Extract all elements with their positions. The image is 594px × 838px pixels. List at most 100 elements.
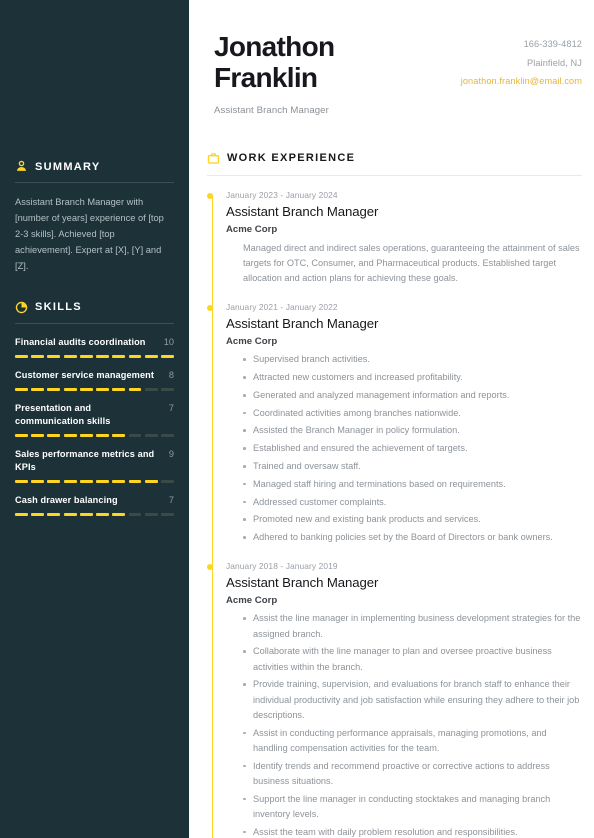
skill-bar-segment <box>63 388 77 392</box>
work-experience-section: WORK EXPERIENCE January 2023 - January 2… <box>207 152 582 838</box>
skill-item: Sales performance metrics and KPIs 9 <box>15 448 174 484</box>
jobs-list: January 2023 - January 2024 Assistant Bra… <box>207 190 582 838</box>
skill-bar-segment <box>47 354 61 358</box>
experience-bullet: Generated and analyzed management inform… <box>242 388 582 403</box>
skill-bar-segment <box>31 513 45 517</box>
name-block: Jonathon Franklin Assistant Branch Manag… <box>207 26 335 116</box>
experience-timeline: January 2023 - January 2024 Assistant Bra… <box>207 190 582 838</box>
skill-bar-segment <box>128 388 142 392</box>
skill-item: Cash drawer balancing 7 <box>15 494 174 517</box>
skill-bar-segment <box>31 388 45 392</box>
experience-bullet: Promoted new and existing bank products … <box>242 512 582 527</box>
email-link[interactable]: jonathon.franklin@email.com <box>461 76 582 86</box>
skill-bar-segment <box>128 354 142 358</box>
timeline-line <box>211 194 213 838</box>
experience-job-title: Assistant Branch Manager <box>226 575 379 591</box>
skill-bar-segment <box>112 354 126 358</box>
resume-page: SUMMARY Assistant Branch Manager with [n… <box>0 0 594 838</box>
skill-bar-segment <box>15 513 28 517</box>
experience-company: Acme Corp <box>226 336 278 348</box>
skill-bar-segment <box>15 434 28 438</box>
summary-title: SUMMARY <box>35 160 101 173</box>
experience-bullet-list: Supervised branch activities. Attracted n… <box>226 352 582 545</box>
skill-row: Sales performance metrics and KPIs 9 <box>15 448 174 474</box>
experience-company: Acme Corp <box>226 223 278 235</box>
experience-bullet: Assist in conducting performance apprais… <box>242 726 582 757</box>
skill-rating-value: 7 <box>168 495 174 506</box>
experience-bullet: Coordinated activities among branches na… <box>242 406 582 421</box>
page-title: Jonathon Franklin <box>214 31 335 94</box>
experience-entry: January 2018 - January 2019 Assistant Bra… <box>207 561 582 838</box>
skill-item: Financial audits coordination 10 <box>15 336 174 358</box>
skill-rating-bar <box>15 354 174 358</box>
experience-description: Managed direct and indirect sales operat… <box>243 242 580 284</box>
skill-rating-bar <box>15 513 174 517</box>
experience-bullet: Identify trends and recommend proactive … <box>242 759 582 790</box>
skill-bar-segment <box>96 513 110 517</box>
skill-name: Cash drawer balancing <box>15 495 118 506</box>
skill-bar-segment <box>161 480 174 484</box>
skill-bar-segment <box>96 434 110 438</box>
skill-bar-segment <box>79 480 93 484</box>
skill-bar-segment <box>63 513 77 517</box>
experience-job-title: Assistant Branch Manager <box>226 316 379 332</box>
timeline-dot <box>207 192 213 199</box>
skill-bar-segment <box>79 388 93 392</box>
experience-bullet: Assist the team with daily problem resol… <box>242 825 582 838</box>
main-content: Jonathon Franklin Assistant Branch Manag… <box>189 0 594 838</box>
skill-bar-segment <box>128 513 142 517</box>
skills-header: SKILLS <box>15 301 174 314</box>
experience-bullet-list: Assist the line manager in implementing … <box>226 611 582 838</box>
skill-row: Presentation and communication skills 7 <box>15 402 174 428</box>
skill-name: Presentation and communication skills <box>15 403 111 427</box>
skill-rating-value: 8 <box>168 369 174 380</box>
skill-bar-segment <box>79 434 93 438</box>
experience-date-range: January 2021 - January 2022 <box>226 302 338 313</box>
work-experience-header: WORK EXPERIENCE <box>207 152 582 165</box>
skill-name: Sales performance metrics and KPIs <box>15 449 155 473</box>
skill-rating-bar <box>15 388 174 392</box>
skill-item: Presentation and communication skills 7 <box>15 402 174 438</box>
experience-bullet: Trained and oversaw staff. <box>242 459 582 474</box>
work-experience-divider <box>207 174 582 176</box>
skill-bar-segment <box>79 513 93 517</box>
skill-row: Cash drawer balancing 7 <box>15 494 174 507</box>
skill-bar-segment <box>161 513 174 517</box>
experience-bullet: Supervised branch activities. <box>242 352 582 367</box>
experience-date-range: January 2018 - January 2019 <box>226 561 338 572</box>
experience-bullet: Collaborate with the line manager to pla… <box>242 644 582 675</box>
phone-number: 166-339-4812 <box>523 39 582 49</box>
resume-header: Jonathon Franklin Assistant Branch Manag… <box>207 26 582 116</box>
skill-bar-segment <box>31 434 45 438</box>
experience-bullet: Support the line manager in conducting s… <box>242 792 582 823</box>
summary-header: SUMMARY <box>15 160 174 173</box>
skill-bar-segment <box>47 388 61 392</box>
skill-name: Customer service management <box>15 369 155 380</box>
experience-bullet: Attracted new customers and increased pr… <box>242 370 582 385</box>
skill-item: Customer service management 8 <box>15 369 174 392</box>
skill-rating-value: 7 <box>168 403 174 414</box>
summary-divider <box>15 182 174 183</box>
skill-rating-bar <box>15 480 174 484</box>
work-experience-title: WORK EXPERIENCE <box>227 152 356 165</box>
skill-bar-segment <box>47 434 61 438</box>
experience-bullet: Adhered to banking policies set by the B… <box>242 530 582 545</box>
skill-bar-segment <box>63 434 77 438</box>
skill-bar-segment <box>15 480 28 484</box>
experience-bullet: Assisted the Branch Manager in policy fo… <box>242 423 582 438</box>
experience-bullet: Assist the line manager in implementing … <box>242 611 582 642</box>
skill-rating-bar <box>15 434 174 438</box>
experience-bullet: Provide training, supervision, and evalu… <box>242 677 582 723</box>
skill-bar-segment <box>144 513 158 517</box>
location-text: Plainfield, NJ <box>526 57 582 68</box>
skill-rating-value: 10 <box>163 336 174 347</box>
experience-entry: January 2023 - January 2024 Assistant Bra… <box>207 190 582 287</box>
skill-row: Financial audits coordination 10 <box>15 336 174 349</box>
skill-bar-segment <box>144 480 158 484</box>
job-role-subtitle: Assistant Branch Manager <box>214 104 329 116</box>
skill-bar-segment <box>31 354 45 358</box>
skill-bar-segment <box>96 480 110 484</box>
skill-bar-segment <box>31 480 45 484</box>
skill-bar-segment <box>79 354 93 358</box>
skill-bar-segment <box>161 388 174 392</box>
